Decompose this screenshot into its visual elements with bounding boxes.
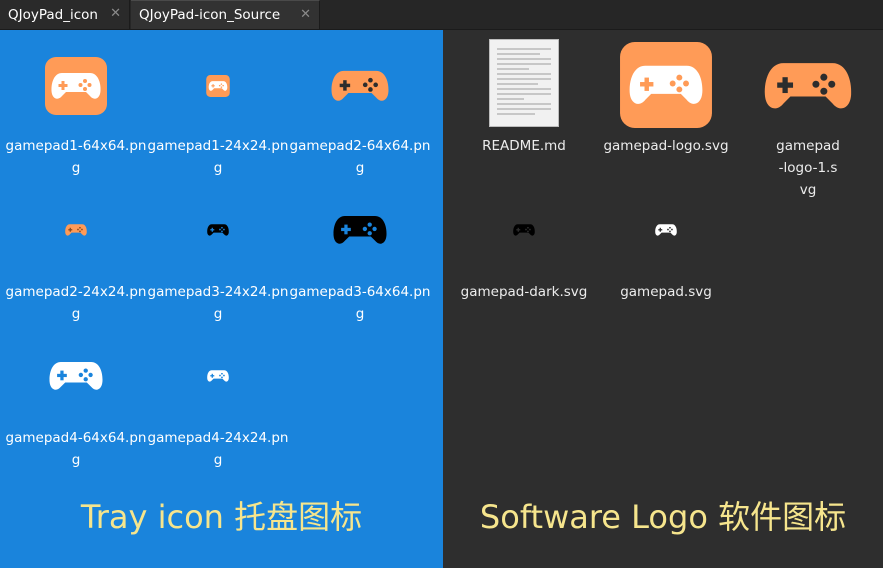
gamepad-icon (289, 66, 431, 106)
software-logo-caption: Software Logo 软件图标 (479, 498, 847, 536)
close-icon[interactable]: ✕ (110, 6, 121, 21)
gamepad-icon (737, 56, 879, 116)
file-name: gamepad1-24x24.png (147, 138, 289, 176)
file-name: gamepad.svg (620, 284, 712, 300)
gamepad-icon (147, 366, 289, 386)
gamepad-icon (595, 40, 737, 130)
tab-label: QJoyPad_icon (8, 6, 98, 23)
gamepad-icon (147, 74, 289, 98)
tab-bar: QJoyPad_icon ✕ QJoyPad-icon_Source ✕ (0, 0, 883, 30)
gamepad-icon (595, 220, 737, 240)
file-name: gamepad-logo.svg (603, 138, 729, 154)
file-name: gamepad-dark.svg (460, 284, 588, 300)
file-name: gamepad3-24x24.png (147, 284, 289, 322)
gamepad-icon (5, 356, 147, 396)
tray-icon-caption: Tray icon 托盘图标 (80, 498, 363, 536)
tab-qjoypad-icon-source[interactable]: QJoyPad-icon_Source ✕ (131, 0, 320, 29)
file-name: gamepad4-24x24.png (147, 430, 289, 468)
file-name: gamepad1-64x64.png (5, 138, 147, 176)
gamepad-icon (5, 220, 147, 240)
file-name: gamepad4-64x64.png (5, 430, 147, 468)
file-name: gamepad2-24x24.png (5, 284, 147, 322)
file-name: README.md (482, 138, 566, 154)
software-logo-pane: README.md gamepad-logo.svg gamepad-logo-… (443, 30, 883, 568)
tab-label: QJoyPad-icon_Source (139, 7, 281, 23)
gamepad-icon (147, 220, 289, 240)
gamepad-icon (289, 210, 431, 250)
tab-qjoypad-icon[interactable]: QJoyPad_icon ✕ (0, 0, 130, 29)
file-name: gamepad3-64x64.png (289, 284, 431, 322)
tray-icon-pane: gamepad1-64x64.png gamepad1-24x24.png ga… (0, 30, 443, 568)
gamepad-icon (5, 56, 147, 116)
text-document-icon (453, 38, 595, 128)
gamepad-icon (453, 220, 595, 240)
close-icon[interactable]: ✕ (300, 7, 311, 22)
file-name: gamepad2-64x64.png (289, 138, 431, 176)
file-name: gamepad-logo-1.svg (776, 138, 840, 198)
